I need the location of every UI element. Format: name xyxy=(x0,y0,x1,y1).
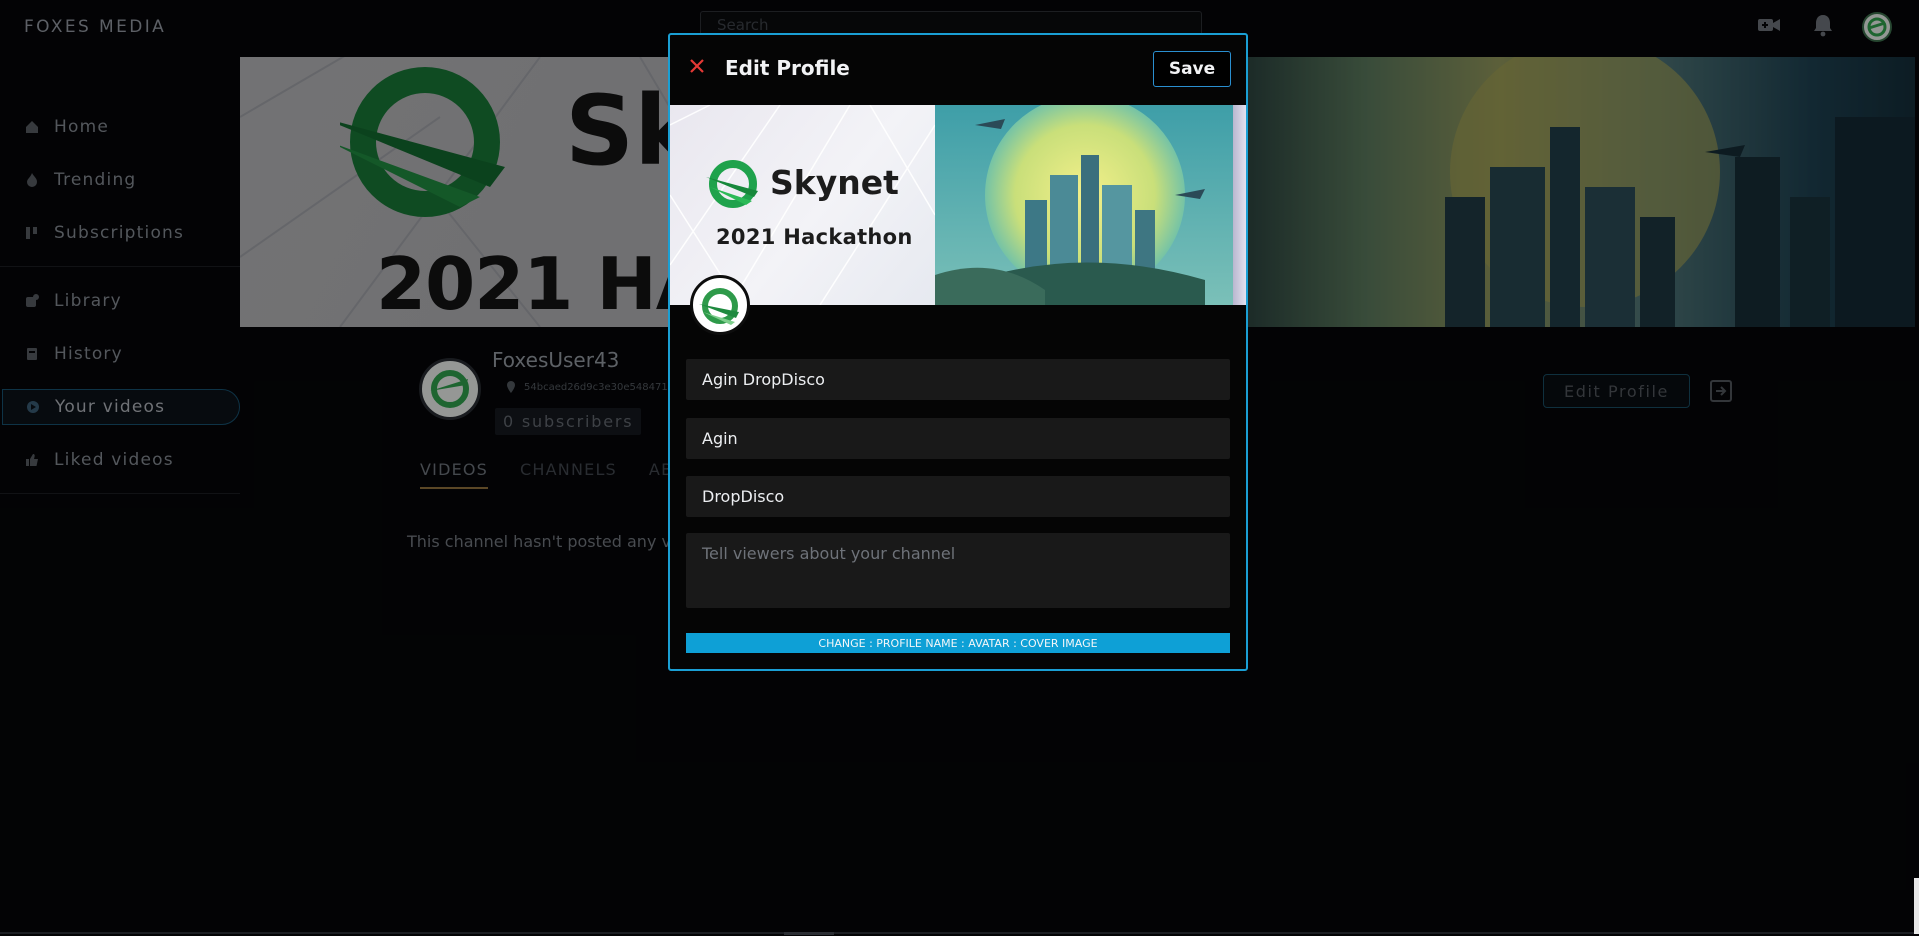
modal-avatar[interactable] xyxy=(690,275,750,335)
change-hint-bar: CHANGE : PROFILE NAME : AVATAR : COVER I… xyxy=(686,633,1230,653)
skynet-logo-icon xyxy=(706,160,758,208)
modal-title: Edit Profile xyxy=(725,56,850,80)
modal-cover-image[interactable]: Skynet 2021 Hackathon xyxy=(670,105,1246,305)
about-channel-textarea[interactable]: Tell viewers about your channel xyxy=(686,533,1230,608)
first-name-field[interactable]: Agin xyxy=(686,418,1230,459)
close-icon[interactable] xyxy=(688,57,706,75)
last-name-field[interactable]: DropDisco xyxy=(686,476,1230,517)
bottom-scrollbar-thumb[interactable] xyxy=(784,932,834,935)
edit-profile-modal: Edit Profile Save Skynet 2021 Hackathon xyxy=(668,33,1248,671)
bottom-scrollbar-track[interactable] xyxy=(0,932,1919,934)
modal-header: Edit Profile Save xyxy=(670,35,1246,103)
modal-cover-left: Skynet 2021 Hackathon xyxy=(670,105,936,305)
modal-cover-right xyxy=(935,105,1233,305)
modal-cover-edge xyxy=(1233,105,1246,305)
profile-name-field[interactable]: Agin DropDisco xyxy=(686,359,1230,400)
modal-cover-brand-text: Skynet xyxy=(770,163,899,202)
app-root: FOXES MEDIA Search Home Trending Subscri… xyxy=(0,0,1919,936)
save-button[interactable]: Save xyxy=(1153,51,1231,87)
modal-cover-event-text: 2021 Hackathon xyxy=(716,225,913,249)
vertical-scrollbar-thumb[interactable] xyxy=(1914,878,1919,934)
skynet-logo-icon xyxy=(699,288,739,325)
cover-city-art xyxy=(935,105,1233,305)
